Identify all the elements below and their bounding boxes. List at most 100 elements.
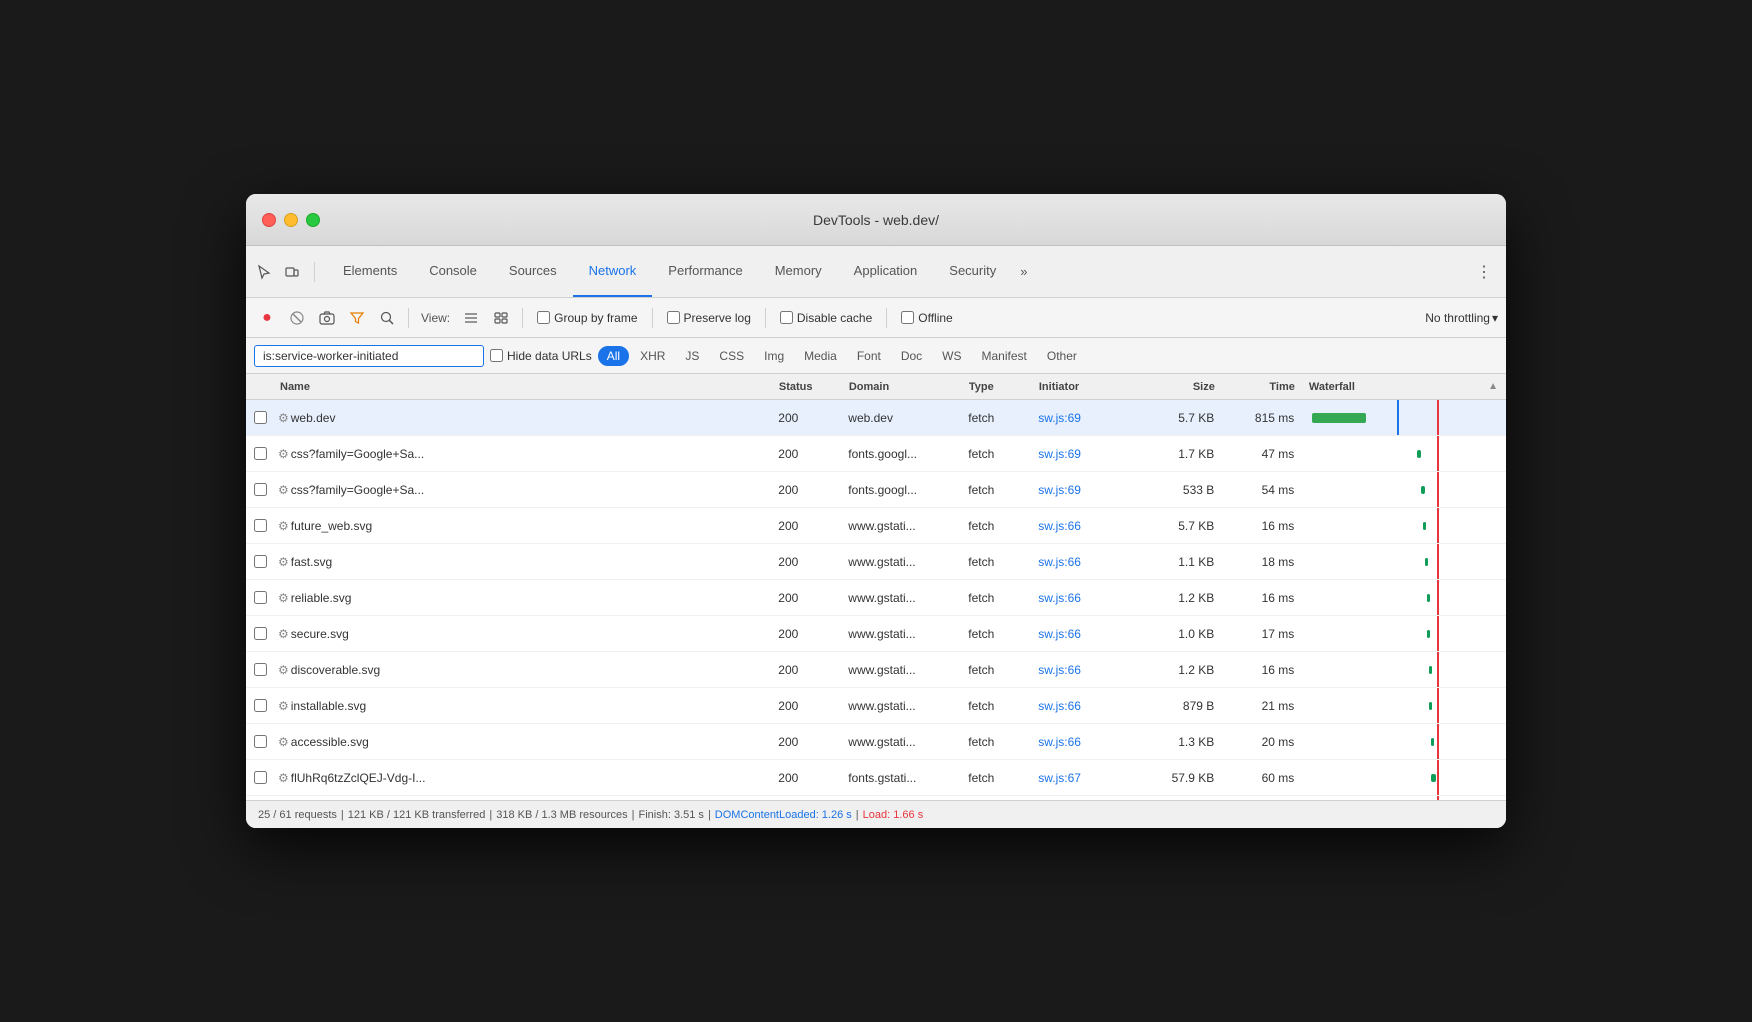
row-checkbox-cell[interactable] — [246, 483, 276, 496]
row-checkbox[interactable] — [254, 627, 267, 640]
row-checkbox[interactable] — [254, 699, 267, 712]
row-checkbox[interactable] — [254, 663, 267, 676]
row-initiator-cell[interactable]: sw.js:66 — [1032, 735, 1142, 749]
tab-memory[interactable]: Memory — [759, 246, 838, 297]
group-by-frame-checkbox[interactable] — [537, 311, 550, 324]
table-row[interactable]: ⚙ future_web.svg 200 www.gstati... fetch… — [246, 508, 1506, 544]
row-initiator-cell[interactable]: sw.js:69 — [1032, 483, 1142, 497]
table-row[interactable]: ⚙ secure.svg 200 www.gstati... fetch sw.… — [246, 616, 1506, 652]
table-row[interactable]: ⚙ css?family=Google+Sa... 200 fonts.goog… — [246, 436, 1506, 472]
filter-doc-button[interactable]: Doc — [892, 346, 931, 366]
row-name-cell[interactable]: ⚙ installable.svg — [276, 699, 772, 713]
offline-checkbox[interactable] — [901, 311, 914, 324]
cursor-icon[interactable] — [254, 262, 274, 282]
row-name-cell[interactable]: ⚙ secure.svg — [276, 627, 772, 641]
row-initiator-cell[interactable]: sw.js:67 — [1032, 771, 1142, 785]
row-checkbox[interactable] — [254, 447, 267, 460]
row-name-cell[interactable]: ⚙ accessible.svg — [276, 735, 772, 749]
tab-performance[interactable]: Performance — [652, 246, 758, 297]
row-name-cell[interactable]: ⚙ css?family=Google+Sa... — [276, 483, 772, 497]
filter-xhr-button[interactable]: XHR — [631, 346, 674, 366]
row-checkbox-cell[interactable] — [246, 627, 276, 640]
row-checkbox-cell[interactable] — [246, 555, 276, 568]
list-view-button[interactable] — [458, 305, 484, 331]
filter-js-button[interactable]: JS — [676, 346, 708, 366]
table-row[interactable]: ⚙ fast.svg 200 www.gstati... fetch sw.js… — [246, 544, 1506, 580]
row-name-cell[interactable]: ⚙ flUhRq6tzZclQEJ-Vdg-I... — [276, 771, 772, 785]
table-row[interactable]: ⚙ accessible.svg 200 www.gstati... fetch… — [246, 724, 1506, 760]
col-type-header[interactable]: Type — [963, 381, 1033, 393]
close-button[interactable] — [262, 213, 276, 227]
filter-button[interactable] — [344, 305, 370, 331]
tab-security[interactable]: Security — [933, 246, 1012, 297]
row-checkbox-cell[interactable] — [246, 699, 276, 712]
row-name-cell[interactable]: ⚙ web.dev — [276, 411, 772, 425]
col-name-header[interactable]: Name — [276, 381, 773, 393]
row-initiator-cell[interactable]: sw.js:66 — [1032, 519, 1142, 533]
device-toggle-icon[interactable] — [282, 262, 302, 282]
row-checkbox[interactable] — [254, 771, 267, 784]
row-initiator-cell[interactable]: sw.js:66 — [1032, 627, 1142, 641]
filter-other-button[interactable]: Other — [1038, 346, 1086, 366]
filter-media-button[interactable]: Media — [795, 346, 846, 366]
col-status-header[interactable]: Status — [773, 381, 843, 393]
row-initiator-cell[interactable]: sw.js:69 — [1032, 447, 1142, 461]
more-tabs-button[interactable]: » — [1012, 246, 1035, 297]
tree-view-button[interactable] — [488, 305, 514, 331]
settings-menu-button[interactable]: ⋮ — [1470, 258, 1498, 286]
row-checkbox-cell[interactable] — [246, 663, 276, 676]
table-row[interactable]: ⚙ flUhRq6tzZclQEJ-Vdg-I... 200 fonts.gst… — [246, 760, 1506, 796]
tab-network[interactable]: Network — [573, 246, 653, 297]
row-initiator-cell[interactable]: sw.js:66 — [1032, 663, 1142, 677]
filter-css-button[interactable]: CSS — [710, 346, 753, 366]
stop-button[interactable] — [284, 305, 310, 331]
table-row[interactable]: ⚙ discoverable.svg 200 www.gstati... fet… — [246, 652, 1506, 688]
hide-data-urls-checkbox[interactable] — [490, 349, 503, 362]
filter-all-button[interactable]: All — [598, 346, 629, 366]
row-checkbox-cell[interactable] — [246, 447, 276, 460]
throttling-select[interactable]: No throttling ▾ — [1425, 311, 1498, 325]
dom-content-loaded[interactable]: DOMContentLoaded: 1.26 s — [715, 809, 852, 821]
row-checkbox[interactable] — [254, 519, 267, 532]
row-initiator-cell[interactable]: sw.js:66 — [1032, 699, 1142, 713]
filter-img-button[interactable]: Img — [755, 346, 793, 366]
waterfall-sort-icon[interactable]: ▲ — [1488, 381, 1506, 392]
table-row[interactable]: ⚙ web.dev 200 web.dev fetch sw.js:69 5.7… — [246, 400, 1506, 436]
camera-button[interactable] — [314, 305, 340, 331]
table-row[interactable]: ⚙ css?family=Google+Sa... 200 fonts.goog… — [246, 472, 1506, 508]
row-checkbox-cell[interactable] — [246, 411, 276, 424]
tab-console[interactable]: Console — [413, 246, 493, 297]
row-checkbox[interactable] — [254, 591, 267, 604]
row-checkbox-cell[interactable] — [246, 771, 276, 784]
filter-manifest-button[interactable]: Manifest — [973, 346, 1036, 366]
record-button[interactable]: ● — [254, 305, 280, 331]
col-domain-header[interactable]: Domain — [843, 381, 963, 393]
table-row[interactable]: ⚙ installable.svg 200 www.gstati... fetc… — [246, 688, 1506, 724]
group-by-frame-checkbox-group[interactable]: Group by frame — [537, 311, 637, 325]
row-initiator-cell[interactable]: sw.js:66 — [1032, 555, 1142, 569]
table-row[interactable]: ⚙ reliable.svg 200 www.gstati... fetch s… — [246, 580, 1506, 616]
row-checkbox-cell[interactable] — [246, 591, 276, 604]
tab-sources[interactable]: Sources — [493, 246, 573, 297]
row-initiator-cell[interactable]: sw.js:69 — [1032, 411, 1142, 425]
filter-input[interactable] — [254, 345, 484, 367]
search-button[interactable] — [374, 305, 400, 331]
row-checkbox[interactable] — [254, 735, 267, 748]
disable-cache-checkbox[interactable] — [780, 311, 793, 324]
preserve-log-checkbox[interactable] — [667, 311, 680, 324]
filter-ws-button[interactable]: WS — [933, 346, 970, 366]
row-checkbox[interactable] — [254, 555, 267, 568]
row-name-cell[interactable]: ⚙ reliable.svg — [276, 591, 772, 605]
row-checkbox-cell[interactable] — [246, 735, 276, 748]
row-checkbox[interactable] — [254, 483, 267, 496]
col-initiator-header[interactable]: Initiator — [1033, 381, 1143, 393]
row-checkbox-cell[interactable] — [246, 519, 276, 532]
maximize-button[interactable] — [306, 213, 320, 227]
tab-application[interactable]: Application — [838, 246, 934, 297]
row-checkbox[interactable] — [254, 411, 267, 424]
disable-cache-checkbox-group[interactable]: Disable cache — [780, 311, 872, 325]
row-name-cell[interactable]: ⚙ discoverable.svg — [276, 663, 772, 677]
row-name-cell[interactable]: ⚙ fast.svg — [276, 555, 772, 569]
row-name-cell[interactable]: ⚙ future_web.svg — [276, 519, 772, 533]
tab-elements[interactable]: Elements — [327, 246, 413, 297]
